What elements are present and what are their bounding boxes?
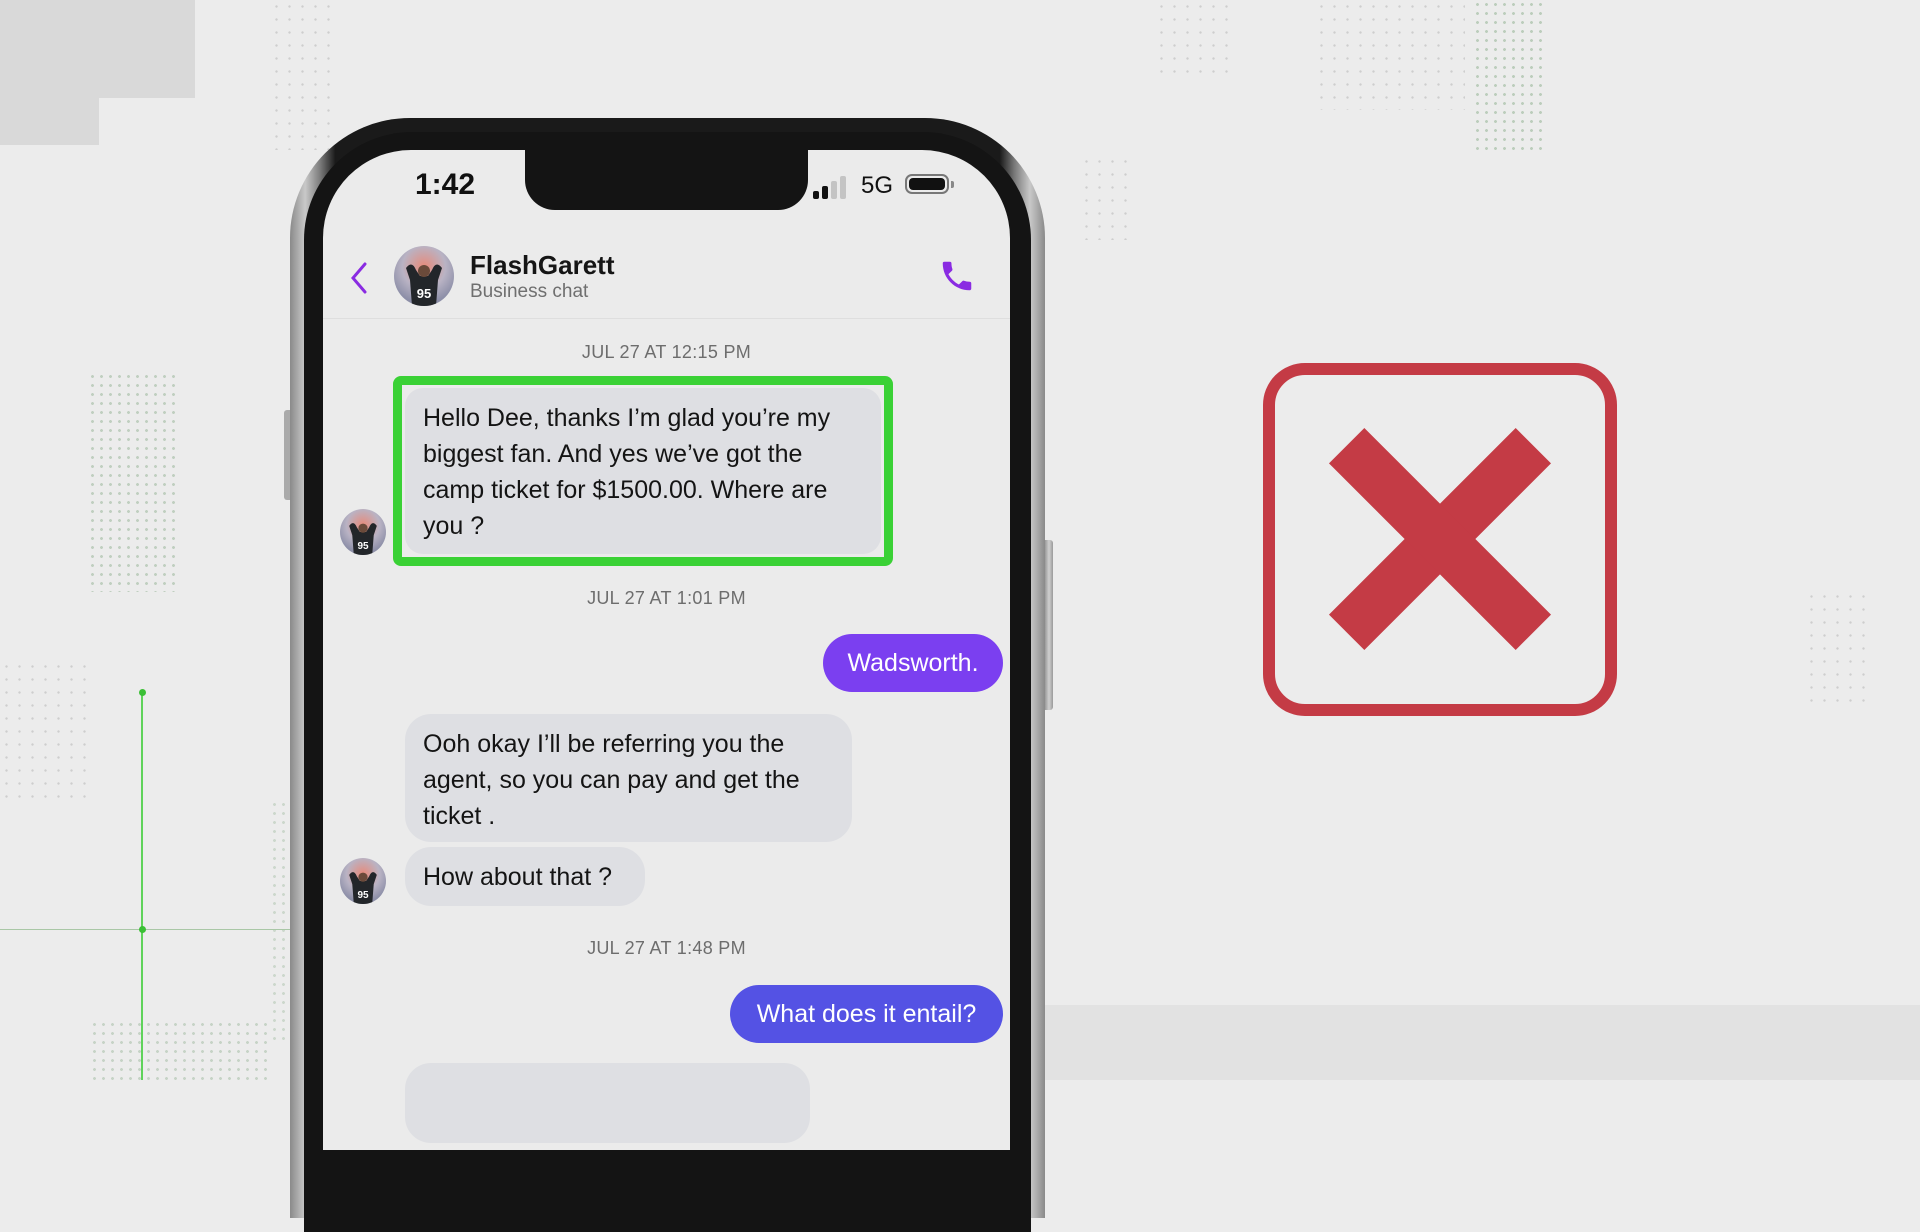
message-bubble-incoming <box>405 1063 810 1143</box>
decor-grey-block <box>0 0 195 98</box>
svg-text:95: 95 <box>357 890 369 901</box>
decor-dot-grid <box>1805 590 1865 710</box>
decor-dot-grid <box>1155 0 1230 80</box>
timestamp: JUL 27 AT 12:15 PM <box>581 342 752 362</box>
decor-dot-grid <box>270 0 340 150</box>
phone-screen: 1:42 5G 95 FlashGarett Business chat JUL… <box>323 150 1010 1150</box>
decor-dot-grid <box>1473 0 1548 155</box>
red-x-icon <box>1263 363 1617 716</box>
message-bubble-incoming: Hello Dee, thanks I’m glad you’re my big… <box>405 388 881 554</box>
decor-dot-grid <box>1080 155 1135 240</box>
contact-subtitle: Business chat <box>470 281 589 302</box>
status-time: 1:42 <box>415 168 476 201</box>
message-bubble-incoming: Ooh okay I’ll be referring you the agent… <box>405 714 852 842</box>
message-bubble-incoming: How about that ? <box>405 847 645 906</box>
header-divider <box>323 318 1010 319</box>
contact-name: FlashGarett <box>470 250 615 280</box>
phone-side-button <box>1045 540 1053 710</box>
network-type: 5G <box>861 172 894 199</box>
decor-dot-grid <box>0 660 90 800</box>
phone-notch <box>525 150 808 210</box>
message-bubble-outgoing: What does it entail? <box>730 985 1003 1043</box>
decor-dot-grid <box>1315 0 1465 110</box>
decor-green-line <box>141 692 143 1080</box>
chevron-left-icon[interactable] <box>345 260 375 296</box>
phone-icon[interactable] <box>938 257 976 295</box>
svg-text:95: 95 <box>357 541 369 552</box>
decor-green-dot <box>139 926 146 933</box>
sender-avatar: 95 <box>340 858 386 904</box>
decor-dot-grid <box>88 372 176 592</box>
sender-avatar: 95 <box>340 509 386 555</box>
decor-green-dot <box>139 689 146 696</box>
contact-avatar[interactable]: 95 <box>394 246 454 306</box>
decor-bottom-band <box>1040 1005 1920 1080</box>
decor-dot-grid <box>90 1020 270 1080</box>
message-bubble-outgoing: Wadsworth. <box>823 634 1003 692</box>
decor-grey-block <box>0 98 99 145</box>
decor-dot-grid <box>270 800 290 1040</box>
battery-cap <box>951 181 954 188</box>
timestamp: JUL 27 AT 1:01 PM <box>587 588 746 608</box>
battery-icon <box>905 174 949 194</box>
svg-text:95: 95 <box>417 286 431 301</box>
signal-icon <box>813 176 846 199</box>
timestamp: JUL 27 AT 1:48 PM <box>587 938 746 958</box>
